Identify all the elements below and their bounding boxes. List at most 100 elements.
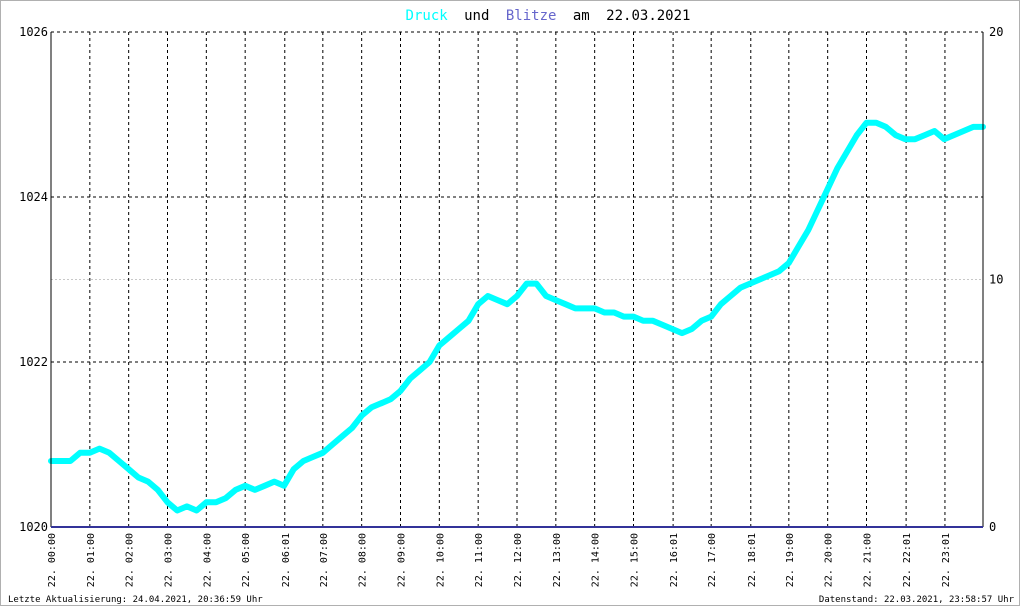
- pressure-point: [300, 458, 306, 464]
- pressure-point: [844, 149, 850, 155]
- x-tick-label: 22. 01:00: [86, 533, 97, 587]
- footer-last-update: Letzte Aktualisierung: 24.04.2021, 20:36…: [8, 595, 263, 605]
- x-tick-label: 22. 19:00: [785, 533, 796, 587]
- pressure-point: [514, 293, 520, 299]
- pressure-point: [495, 297, 501, 303]
- pressure-point: [679, 330, 685, 336]
- pressure-point: [368, 404, 374, 410]
- pressure-point: [922, 132, 928, 138]
- pressure-point: [203, 499, 209, 505]
- pressure-point: [271, 479, 277, 485]
- pressure-point: [97, 446, 102, 452]
- x-tick-label: 22. 20:00: [824, 533, 835, 587]
- pressure-point: [388, 396, 394, 402]
- pressure-point: [291, 466, 297, 472]
- pressure-point: [796, 244, 801, 249]
- title-preposition: am: [573, 8, 590, 24]
- pressure-point: [320, 450, 326, 456]
- title-date: 22.03.2021: [606, 8, 690, 24]
- pressure-point: [728, 293, 734, 299]
- title-conjunction: und: [464, 8, 489, 24]
- x-tick-label: 22. 03:00: [164, 533, 175, 587]
- pressure-point: [223, 495, 229, 501]
- pressure-point: [126, 466, 132, 472]
- pressure-point: [194, 508, 200, 513]
- x-tick-label: 22. 08:00: [358, 533, 369, 587]
- title-series-pressure: Druck: [406, 8, 449, 24]
- pressure-point: [660, 322, 666, 328]
- pressure-point: [67, 458, 73, 464]
- pressure-point: [504, 301, 510, 307]
- pressure-point: [145, 479, 151, 485]
- pressure-point: [766, 272, 772, 278]
- pressure-point: [601, 310, 607, 315]
- x-tick-label: 22. 16:01: [669, 533, 680, 587]
- x-tick-label: 22. 22:01: [902, 533, 913, 587]
- y-left-tick-label: 1024: [19, 190, 48, 204]
- pressure-point: [359, 413, 365, 419]
- pressure-point: [174, 508, 180, 513]
- x-tick-label: 22. 11:00: [474, 533, 485, 587]
- pressure-point: [747, 281, 753, 287]
- pressure-point: [466, 318, 471, 324]
- pressure-point: [398, 388, 403, 394]
- pressure-point: [427, 359, 433, 365]
- pressure-point: [330, 442, 335, 447]
- pressure-point: [310, 454, 316, 460]
- pressure-point: [854, 132, 860, 138]
- x-tick-label: 22. 13:00: [552, 533, 563, 587]
- pressure-point: [864, 120, 869, 126]
- pressure-point: [456, 326, 462, 332]
- pressure-point: [339, 433, 345, 439]
- pressure-point: [941, 136, 947, 142]
- x-tick-label: 22. 23:01: [941, 533, 952, 587]
- pressure-point: [776, 268, 782, 274]
- pressure-point: [708, 314, 714, 320]
- x-tick-label: 22. 12:00: [513, 533, 524, 587]
- y-right-tick-label: 20: [989, 25, 1003, 39]
- pressure-point: [699, 318, 704, 324]
- y-right-tick-label: 0: [989, 520, 996, 534]
- pressure-point: [475, 301, 481, 307]
- pressure-point: [786, 260, 792, 266]
- pressure-point: [252, 487, 258, 493]
- pressure-point: [805, 227, 811, 233]
- pressure-point: [650, 318, 656, 324]
- pressure-point: [378, 400, 384, 406]
- pressure-point: [932, 128, 937, 134]
- pressure-point: [58, 458, 64, 464]
- pressure-point: [106, 450, 112, 456]
- pressure-point: [970, 124, 976, 130]
- pressure-point: [242, 483, 248, 489]
- x-tick-label: 22. 21:00: [863, 533, 874, 587]
- y-left-tick-label: 1020: [19, 520, 48, 534]
- grid-lines: [51, 31, 983, 527]
- pressure-point: [621, 314, 627, 320]
- x-tick-label: 22. 14:00: [591, 533, 602, 587]
- pressure-point: [485, 293, 491, 299]
- pressure-point: [611, 310, 617, 315]
- pressure-point: [961, 128, 967, 134]
- pressure-point: [407, 376, 413, 381]
- y-left-tick-label: 1022: [19, 355, 48, 369]
- pressure-point: [233, 487, 238, 493]
- pressure-point: [873, 120, 879, 126]
- footer-data-status: Datenstand: 22.03.2021, 23:58:57 Uhr: [819, 595, 1015, 605]
- pressure-point: [436, 343, 442, 348]
- pressure-point: [349, 425, 355, 431]
- pressure-point: [572, 305, 578, 311]
- pressure-point: [893, 132, 899, 138]
- pressure-point: [87, 450, 93, 456]
- chart-frame: Druck und Blitze am 22.03.2021 1020 1022 1…: [0, 0, 1020, 606]
- pressure-point: [592, 305, 598, 311]
- x-tick-label: 22. 09:00: [397, 533, 408, 587]
- y-right-tick-label: 10: [989, 273, 1003, 287]
- pressure-point: [815, 206, 821, 212]
- pressure-point: [834, 165, 840, 171]
- x-tick-label: 22. 06:01: [281, 533, 292, 587]
- title-series-lightning: Blitze: [506, 8, 557, 24]
- y-left-tick-label: 1026: [19, 25, 48, 39]
- pressure-point: [446, 334, 452, 340]
- x-tick-label: 22. 10:00: [435, 533, 446, 587]
- chart-title: Druck und Blitze am 22.03.2021: [406, 8, 691, 24]
